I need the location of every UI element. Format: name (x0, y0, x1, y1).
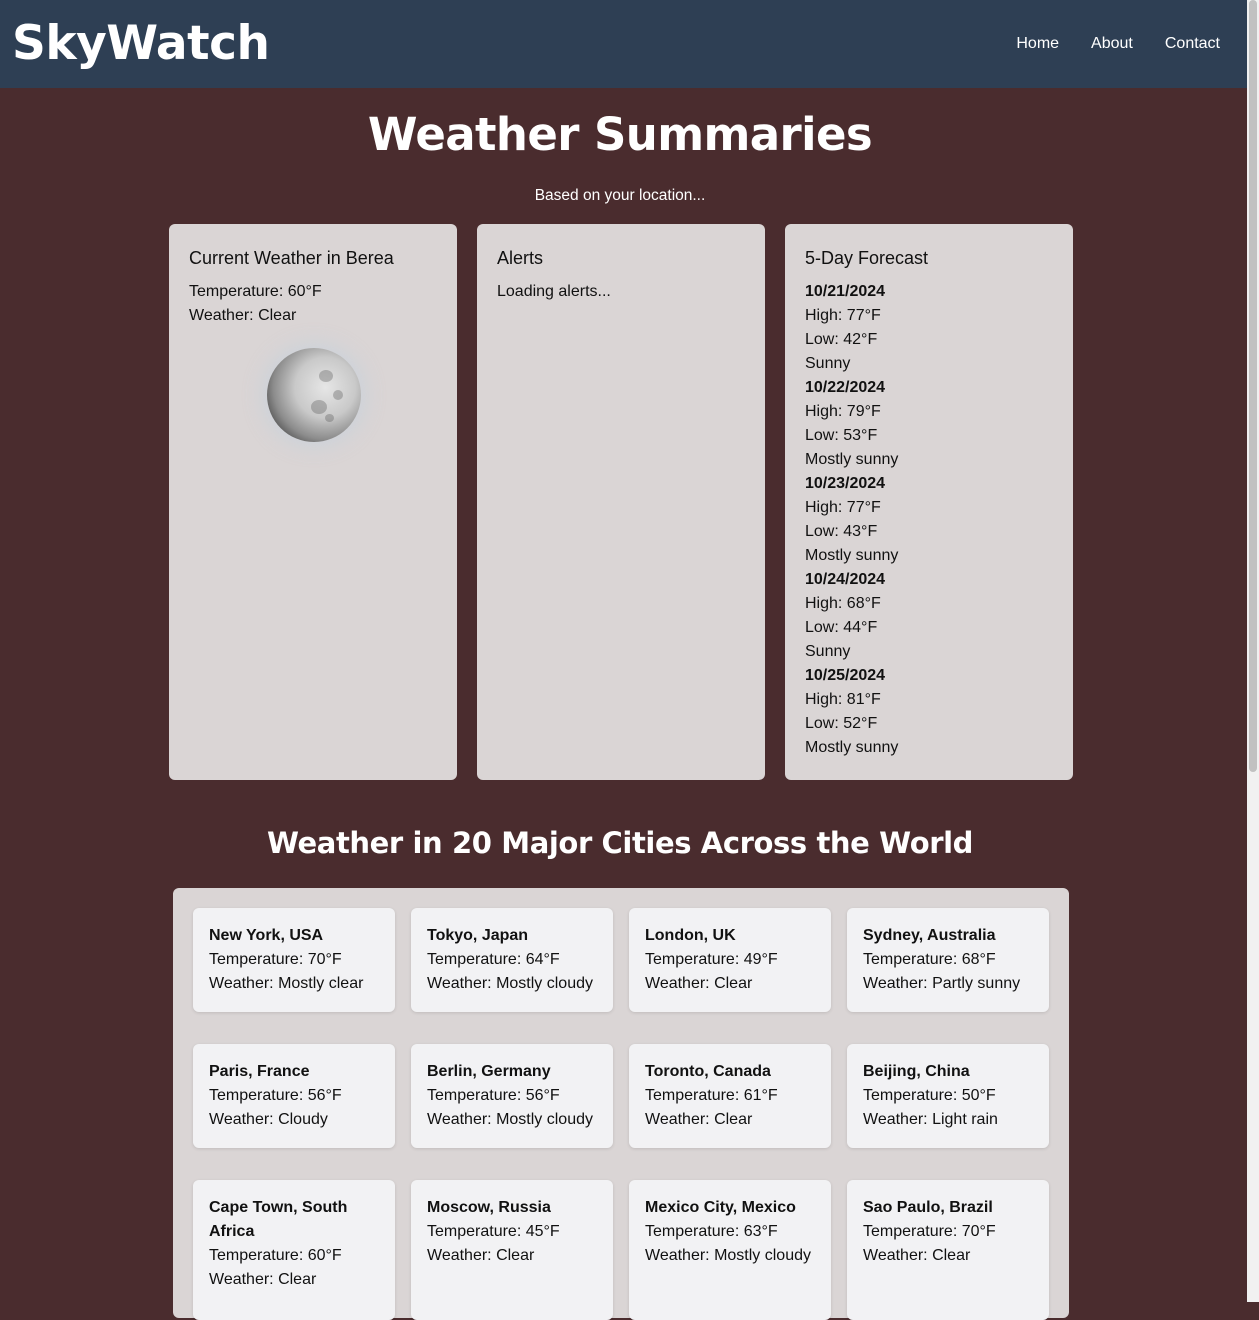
city-temperature: Temperature: 50°F (863, 1087, 996, 1104)
city-temperature: Temperature: 70°F (863, 1223, 996, 1240)
brand-logo[interactable]: SkyWatch (12, 18, 270, 70)
forecast-day: 10/23/2024 High: 77°F Low: 43°F Mostly s… (805, 472, 1053, 568)
forecast-day: 10/22/2024 High: 79°F Low: 53°F Mostly s… (805, 376, 1053, 472)
city-temperature: Temperature: 63°F (645, 1223, 778, 1240)
nav-links: Home About Contact (1016, 35, 1220, 53)
forecast-condition: Mostly sunny (805, 739, 899, 756)
forecast-condition: Sunny (805, 643, 851, 660)
forecast-title: 5-Day Forecast (805, 248, 929, 268)
city-card: Sydney, Australia Temperature: 68°F Weat… (847, 908, 1049, 1012)
city-card: Moscow, Russia Temperature: 45°F Weather… (411, 1180, 613, 1320)
city-card: Toronto, Canada Temperature: 61°F Weathe… (629, 1044, 831, 1148)
city-name: Tokyo, Japan (427, 927, 529, 944)
city-card: New York, USA Temperature: 70°F Weather:… (193, 908, 395, 1012)
current-weather: Weather: Clear (189, 307, 297, 324)
city-temperature: Temperature: 49°F (645, 951, 778, 968)
city-card: London, UK Temperature: 49°F Weather: Cl… (629, 908, 831, 1012)
cities-grid: New York, USA Temperature: 70°F Weather:… (173, 888, 1069, 1320)
city-card: Mexico City, Mexico Temperature: 63°F We… (629, 1180, 831, 1320)
forecast-high: High: 77°F (805, 499, 881, 516)
city-weather: Weather: Light rain (863, 1111, 998, 1128)
city-name: Sao Paulo, Brazil (863, 1199, 993, 1216)
city-name: Cape Town, South Africa (209, 1199, 348, 1240)
forecast-date: 10/25/2024 (805, 667, 886, 684)
city-name: Mexico City, Mexico (645, 1199, 796, 1216)
forecast-condition: Mostly sunny (805, 451, 899, 468)
forecast-low: Low: 52°F (805, 715, 878, 732)
nav-about-link[interactable]: About (1091, 35, 1133, 53)
forecast-high: High: 77°F (805, 307, 881, 324)
alerts-status: Loading alerts... (497, 283, 611, 300)
city-temperature: Temperature: 68°F (863, 951, 996, 968)
city-card: Beijing, China Temperature: 50°F Weather… (847, 1044, 1049, 1148)
city-temperature: Temperature: 70°F (209, 951, 342, 968)
city-temperature: Temperature: 64°F (427, 951, 560, 968)
forecast-high: High: 81°F (805, 691, 881, 708)
nav-contact-link[interactable]: Contact (1165, 35, 1220, 53)
nav-home-link[interactable]: Home (1016, 35, 1059, 53)
city-weather: Weather: Mostly cloudy (427, 1111, 593, 1128)
vertical-scrollbar[interactable] (1247, 0, 1259, 1302)
forecast-date: 10/21/2024 (805, 283, 886, 300)
forecast-date: 10/24/2024 (805, 571, 886, 588)
forecast-day: 10/21/2024 High: 77°F Low: 42°F Sunny (805, 280, 1053, 376)
forecast-date: 10/23/2024 (805, 475, 886, 492)
city-name: New York, USA (209, 927, 324, 944)
page-title: Weather Summaries (367, 108, 873, 161)
city-name: London, UK (645, 927, 736, 944)
scrollbar-thumb[interactable] (1249, 0, 1257, 772)
city-card: Paris, France Temperature: 56°F Weather:… (193, 1044, 395, 1148)
forecast-condition: Sunny (805, 355, 851, 372)
forecast-high: High: 79°F (805, 403, 881, 420)
city-temperature: Temperature: 45°F (427, 1223, 560, 1240)
city-name: Beijing, China (863, 1063, 970, 1080)
city-card: Berlin, Germany Temperature: 56°F Weathe… (411, 1044, 613, 1148)
alerts-card: Alerts Loading alerts... (477, 224, 765, 780)
moon-icon (267, 348, 361, 442)
current-weather-title: Current Weather in Berea (189, 248, 394, 268)
city-temperature: Temperature: 60°F (209, 1247, 342, 1264)
forecast-condition: Mostly sunny (805, 547, 899, 564)
forecast-high: High: 68°F (805, 595, 881, 612)
city-weather: Weather: Clear (209, 1271, 317, 1288)
city-weather: Weather: Partly sunny (863, 975, 1021, 992)
alerts-title: Alerts (497, 248, 544, 268)
forecast-low: Low: 53°F (805, 427, 878, 444)
city-name: Paris, France (209, 1063, 310, 1080)
city-card: Cape Town, South Africa Temperature: 60°… (193, 1180, 395, 1320)
forecast-low: Low: 42°F (805, 331, 878, 348)
current-temperature: Temperature: 60°F (189, 283, 322, 300)
forecast-date: 10/22/2024 (805, 379, 886, 396)
forecast-low: Low: 43°F (805, 523, 878, 540)
forecast-low: Low: 44°F (805, 619, 878, 636)
city-weather: Weather: Clear (645, 975, 753, 992)
city-weather: Weather: Mostly clear (209, 975, 364, 992)
city-weather: Weather: Clear (863, 1247, 971, 1264)
city-weather: Weather: Mostly cloudy (645, 1247, 811, 1264)
city-name: Sydney, Australia (863, 927, 996, 944)
city-card: Sao Paulo, Brazil Temperature: 70°F Weat… (847, 1180, 1049, 1320)
city-card: Tokyo, Japan Temperature: 64°F Weather: … (411, 908, 613, 1012)
forecast-day: 10/24/2024 High: 68°F Low: 44°F Sunny (805, 568, 1053, 664)
city-temperature: Temperature: 56°F (427, 1087, 560, 1104)
city-name: Berlin, Germany (427, 1063, 551, 1080)
cities-section-title: Weather in 20 Major Cities Across the Wo… (266, 826, 974, 860)
city-temperature: Temperature: 61°F (645, 1087, 778, 1104)
page-subtitle: Based on your location... (534, 187, 706, 204)
forecast-card: 5-Day Forecast 10/21/2024 High: 77°F Low… (785, 224, 1073, 780)
city-weather: Weather: Mostly cloudy (427, 975, 593, 992)
forecast-day: 10/25/2024 High: 81°F Low: 52°F Mostly s… (805, 664, 1053, 760)
current-weather-card: Current Weather in Berea Temperature: 60… (169, 224, 457, 780)
city-weather: Weather: Clear (427, 1247, 535, 1264)
city-weather: Weather: Cloudy (209, 1111, 328, 1128)
navbar: SkyWatch Home About Contact (0, 0, 1247, 88)
city-weather: Weather: Clear (645, 1111, 753, 1128)
city-name: Toronto, Canada (645, 1063, 771, 1080)
city-name: Moscow, Russia (427, 1199, 551, 1216)
city-temperature: Temperature: 56°F (209, 1087, 342, 1104)
